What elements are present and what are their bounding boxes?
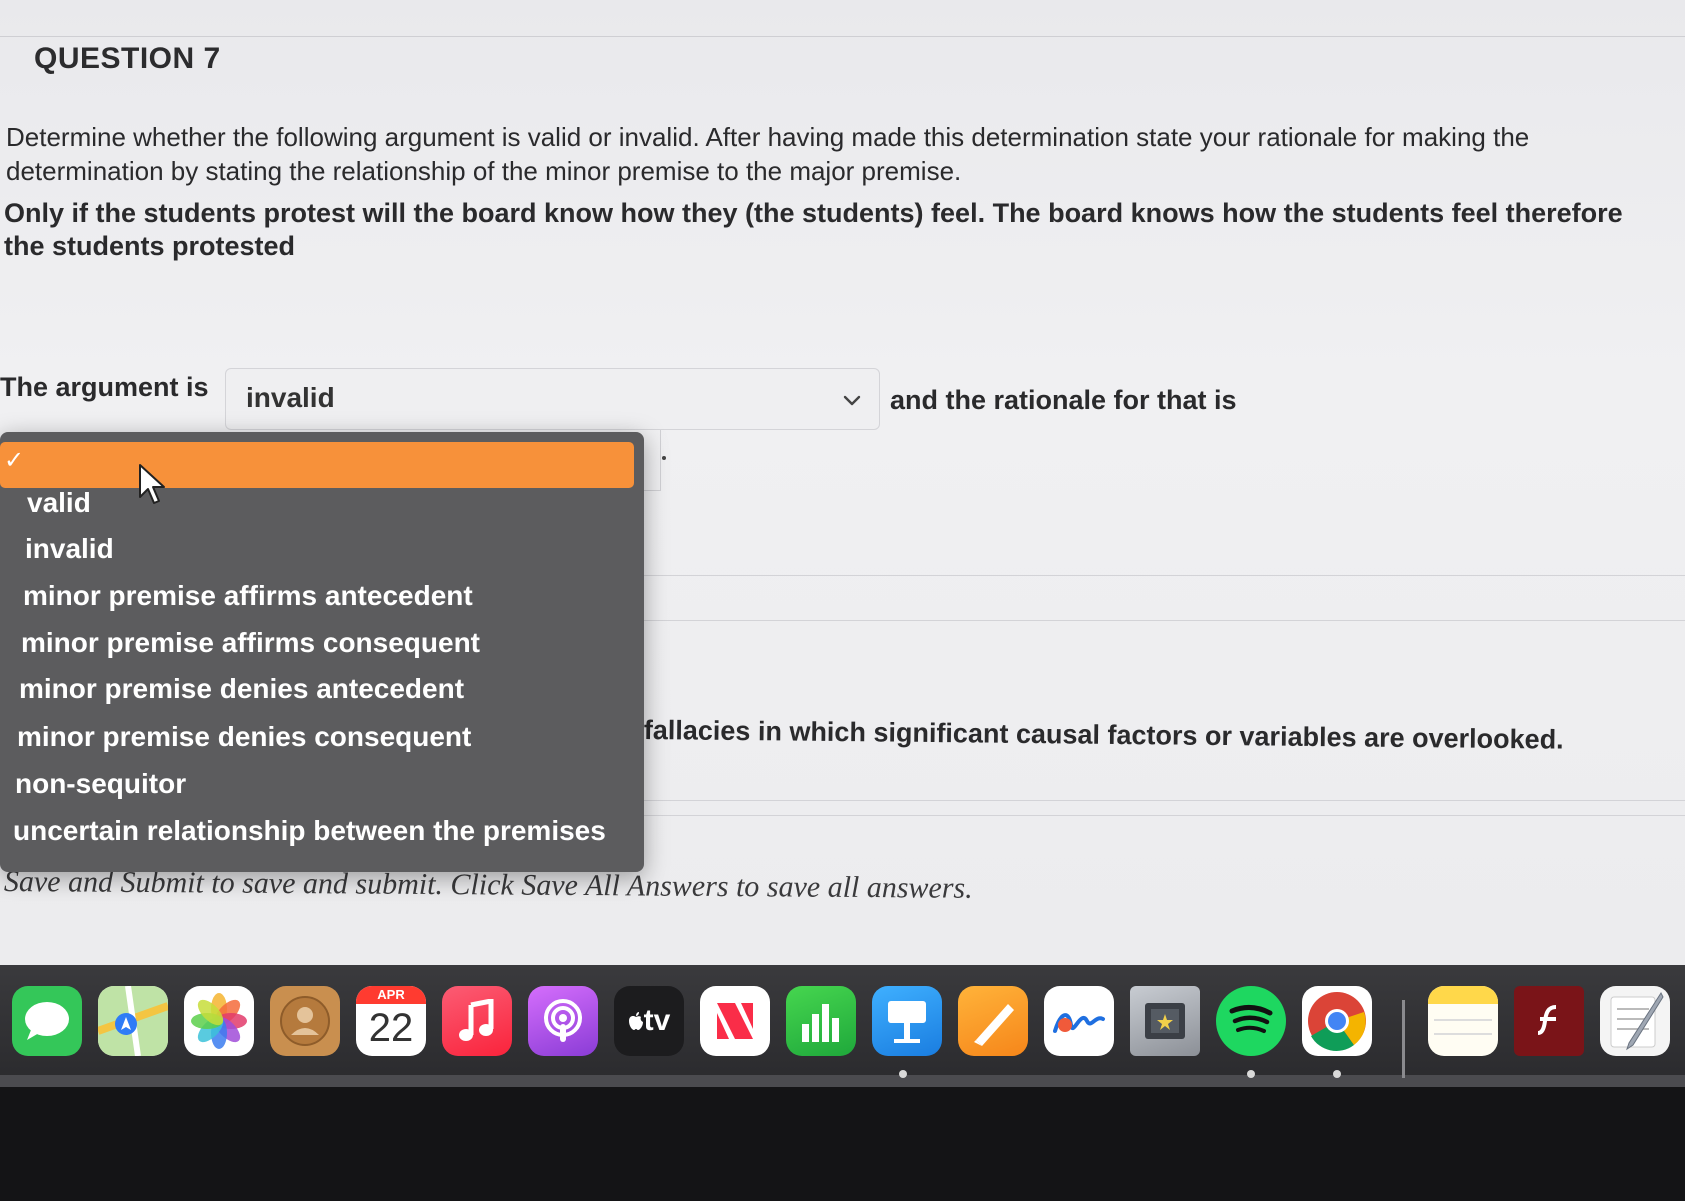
question-instructions: Determine whether the following argument…	[6, 122, 1530, 186]
pages-icon[interactable]	[958, 986, 1028, 1056]
maps-icon[interactable]	[98, 986, 168, 1056]
divider	[644, 620, 1685, 621]
messages-icon[interactable]	[12, 986, 82, 1056]
textedit-icon[interactable]	[1600, 986, 1670, 1056]
fallacy-description: fallacies in which significant causal fa…	[643, 715, 1564, 755]
apple-tv-icon[interactable]: tv	[614, 986, 684, 1056]
dropdown-option-affirms-antecedent[interactable]: minor premise affirms antecedent	[23, 580, 473, 612]
chrome-icon[interactable]	[1302, 986, 1372, 1056]
dropdown-option-valid[interactable]: valid	[27, 487, 91, 519]
dock-running-indicator	[1333, 1070, 1341, 1078]
numbers-icon[interactable]	[786, 986, 856, 1056]
period-mark	[662, 456, 666, 460]
dropdown-option-denies-antecedent[interactable]: minor premise denies antecedent	[19, 673, 464, 705]
top-divider	[0, 36, 1685, 37]
divider	[644, 815, 1685, 816]
dropdown-option-denies-consequent[interactable]: minor premise denies consequent	[17, 721, 471, 753]
flash-icon[interactable]	[1514, 986, 1584, 1056]
divider	[644, 575, 1685, 576]
photos-icon[interactable]	[184, 986, 254, 1056]
image-capture-icon[interactable]	[1130, 986, 1200, 1056]
spotify-icon[interactable]	[1216, 986, 1286, 1056]
dropdown-option-affirms-consequent[interactable]: minor premise affirms consequent	[21, 627, 480, 659]
validity-select[interactable]: invalid	[225, 368, 880, 430]
music-icon[interactable]	[442, 986, 512, 1056]
podcasts-icon[interactable]	[528, 986, 598, 1056]
apple-tv-label: tv	[643, 1004, 671, 1037]
validity-dropdown-menu[interactable]: ✓ valid invalid minor premise affirms an…	[0, 432, 644, 872]
notes-icon[interactable]	[1428, 986, 1498, 1056]
dropdown-highlighted-option[interactable]	[0, 442, 634, 488]
calendar-day: 22	[368, 1006, 414, 1050]
contacts-icon[interactable]	[270, 986, 340, 1056]
dropdown-option-invalid[interactable]: invalid	[25, 533, 114, 565]
chevron-down-icon	[843, 395, 861, 406]
dock-separator	[1402, 1000, 1405, 1078]
argument-prompt-label: The argument is	[0, 372, 209, 402]
question-title: QUESTION 7	[34, 42, 221, 75]
divider	[644, 800, 1685, 801]
dock-running-indicator	[1247, 1070, 1255, 1078]
calendar-month: APR	[356, 986, 426, 1004]
argument-statement: Only if the students protest will the bo…	[4, 198, 1623, 261]
validity-select-value: invalid	[246, 382, 335, 413]
news-icon[interactable]	[700, 986, 770, 1056]
apple-logo-icon	[628, 1012, 643, 1030]
quiz-page: QUESTION 7 Determine whether the followi…	[0, 0, 1685, 965]
freeform-icon[interactable]	[1044, 986, 1114, 1056]
dropdown-option-non-sequitor[interactable]: non-sequitor	[15, 768, 186, 800]
dock-shelf	[0, 1075, 1685, 1087]
dropdown-option-uncertain[interactable]: uncertain relationship between the premi…	[13, 815, 606, 847]
rationale-label: and the rationale for that is	[890, 385, 1237, 415]
checkmark-icon: ✓	[4, 447, 25, 474]
mouse-pointer-icon	[139, 464, 165, 504]
calendar-icon[interactable]: APR 22	[356, 986, 426, 1056]
keynote-icon[interactable]	[872, 986, 942, 1056]
dock-running-indicator	[899, 1070, 907, 1078]
